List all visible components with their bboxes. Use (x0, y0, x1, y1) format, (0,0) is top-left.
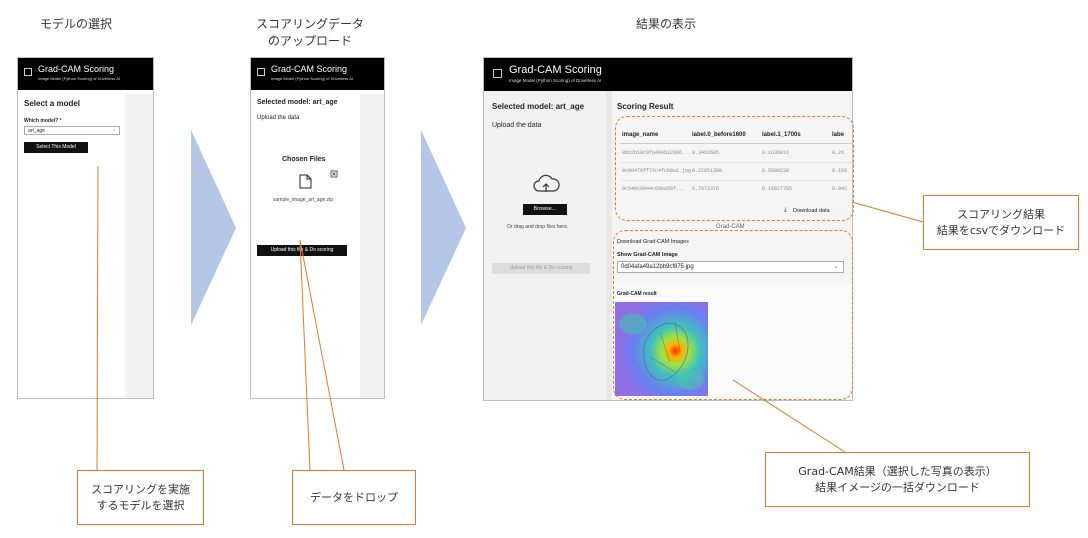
callout-line-model (96, 165, 99, 471)
callout-lines (96, 165, 924, 471)
callout-line-gradcam (732, 379, 846, 453)
callout-line-drop-b (299, 239, 345, 471)
callout-line-drop-a (299, 239, 311, 471)
callout-line-result (851, 201, 924, 223)
